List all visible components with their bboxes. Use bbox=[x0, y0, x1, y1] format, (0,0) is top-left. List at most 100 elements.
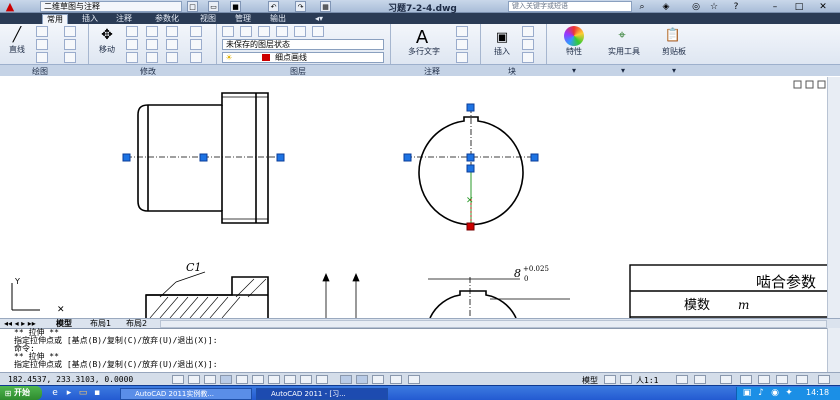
trim-icon[interactable] bbox=[146, 39, 158, 50]
layer-state-dropdown[interactable]: 未保存的图层状态 bbox=[222, 39, 384, 50]
command-scrollbar[interactable] bbox=[827, 328, 840, 372]
quicklaunch-media-icon[interactable]: ▸ bbox=[64, 388, 74, 398]
search-icon[interactable]: ⌕ bbox=[636, 1, 648, 12]
layer-properties-icon[interactable] bbox=[222, 26, 234, 37]
sc-toggle[interactable] bbox=[356, 375, 368, 384]
ducs-toggle[interactable] bbox=[284, 375, 296, 384]
layer-on-icon[interactable] bbox=[240, 26, 252, 37]
taskbar-item-autocad[interactable]: AutoCAD 2011 - [习... bbox=[256, 388, 388, 400]
utilities-icon[interactable]: ⌖ bbox=[612, 26, 632, 44]
clean-screen-icon[interactable] bbox=[818, 375, 830, 384]
scale-icon[interactable] bbox=[146, 52, 158, 63]
save-icon[interactable]: ■ bbox=[230, 1, 241, 12]
subscription-icon[interactable]: ◈ bbox=[660, 1, 672, 12]
taskbar-item-word[interactable]: AutoCAD 2011实例教... bbox=[120, 388, 252, 400]
grip-point[interactable] bbox=[276, 153, 285, 162]
snap-toggle[interactable] bbox=[172, 375, 184, 384]
workspace-dropdown[interactable]: 二维草图与注释 bbox=[40, 1, 182, 12]
properties-expand-icon[interactable]: ▾ bbox=[572, 66, 576, 75]
minimize-icon[interactable]: – bbox=[768, 1, 782, 12]
grip-point-hot[interactable] bbox=[466, 222, 475, 231]
grip-point[interactable] bbox=[466, 153, 475, 162]
tab-home[interactable]: 常用 bbox=[42, 14, 68, 24]
hardware-acceleration-icon[interactable] bbox=[758, 375, 770, 384]
close-icon[interactable]: ✕ bbox=[816, 1, 830, 12]
viewport-controls[interactable] bbox=[793, 80, 826, 89]
plot-icon[interactable]: ▦ bbox=[320, 1, 331, 12]
array-icon[interactable] bbox=[166, 39, 178, 50]
rectangle-icon[interactable] bbox=[64, 26, 76, 37]
ortho-toggle[interactable] bbox=[204, 375, 216, 384]
hub-view[interactable] bbox=[429, 290, 517, 318]
move-icon[interactable]: ✥ bbox=[96, 26, 118, 44]
mtext-icon[interactable]: A bbox=[410, 26, 434, 48]
lwt-toggle[interactable] bbox=[316, 375, 328, 384]
tab-manage[interactable]: 管理 bbox=[231, 14, 255, 24]
isolate-objects-icon[interactable] bbox=[776, 375, 788, 384]
redo-icon[interactable]: ↷ bbox=[295, 1, 306, 12]
polyline-icon[interactable] bbox=[36, 26, 48, 37]
insert-block-icon[interactable]: ▣ bbox=[492, 28, 512, 46]
polar-toggle[interactable] bbox=[220, 375, 232, 384]
status-menu-icon[interactable] bbox=[796, 375, 808, 384]
ellipse-icon[interactable] bbox=[64, 52, 76, 63]
open-file-icon[interactable]: ▭ bbox=[208, 1, 219, 12]
grip-point[interactable] bbox=[466, 164, 475, 173]
fillet-icon[interactable] bbox=[166, 26, 178, 37]
stretch-icon[interactable] bbox=[126, 52, 138, 63]
help-icon[interactable]: ? bbox=[730, 1, 742, 12]
copy-icon[interactable] bbox=[146, 26, 158, 37]
new-file-icon[interactable]: □ bbox=[187, 1, 198, 12]
quicklaunch-ie-icon[interactable]: e bbox=[50, 388, 60, 398]
modify-panel-label[interactable]: 修改 bbox=[140, 66, 156, 77]
block-attribute-icon[interactable] bbox=[522, 52, 534, 63]
clipboard-icon[interactable]: 📋 bbox=[664, 26, 682, 44]
tab-parametric[interactable]: 参数化 bbox=[148, 14, 186, 24]
layer-isolate-icon[interactable] bbox=[294, 26, 306, 37]
drawing-canvas[interactable]: ✕ Y ✕ C1 8 +0.025 0 啮合参数 模数 m bbox=[0, 77, 827, 318]
ribbon-toggle-icon[interactable]: ◂▾ bbox=[312, 14, 326, 23]
layer-lock-icon[interactable] bbox=[276, 26, 288, 37]
arc-icon[interactable] bbox=[36, 52, 48, 63]
quicklaunch-desktop-icon[interactable]: ▪ bbox=[92, 388, 102, 398]
utilities-label[interactable]: 实用工具 bbox=[602, 46, 646, 57]
table-icon[interactable] bbox=[456, 52, 468, 63]
grip-point[interactable] bbox=[466, 103, 475, 112]
undo-icon[interactable]: ↶ bbox=[268, 1, 279, 12]
edit-block-icon[interactable] bbox=[522, 39, 534, 50]
block-panel-label[interactable]: 块 bbox=[508, 66, 516, 77]
qp-extra-toggle[interactable] bbox=[390, 375, 402, 384]
hatch-icon[interactable] bbox=[64, 39, 76, 50]
annotation-panel-label[interactable]: 注释 bbox=[424, 66, 440, 77]
tab-view[interactable]: 视图 bbox=[196, 14, 220, 24]
layer-freeze-icon[interactable] bbox=[258, 26, 270, 37]
command-window[interactable]: ** 拉伸 ** 指定拉伸点或 [基点(B)/复制(C)/放弃(U)/退出(X)… bbox=[0, 328, 827, 372]
workspace-switch-icon[interactable] bbox=[720, 375, 732, 384]
clipboard-expand-icon[interactable]: ▾ bbox=[672, 66, 676, 75]
current-layer-dropdown[interactable]: 细点画线 bbox=[222, 52, 384, 63]
tab-annotate[interactable]: 注释 bbox=[112, 14, 136, 24]
modify-extra-icon[interactable] bbox=[190, 52, 202, 63]
create-block-icon[interactable] bbox=[522, 26, 534, 37]
tpy-toggle[interactable] bbox=[372, 375, 384, 384]
move-label[interactable]: 移动 bbox=[94, 44, 120, 55]
osnap-3d-toggle[interactable] bbox=[236, 375, 248, 384]
osnap-toggle[interactable] bbox=[252, 375, 264, 384]
tab-output[interactable]: 输出 bbox=[266, 14, 290, 24]
drawing-svg[interactable]: ✕ Y ✕ C1 8 +0.025 0 啮合参数 模数 m bbox=[0, 77, 827, 318]
qp-toggle[interactable] bbox=[340, 375, 352, 384]
tray-volume-icon[interactable]: ♪ bbox=[756, 388, 766, 398]
mtext-label[interactable]: 多行文字 bbox=[400, 46, 448, 57]
insert-label[interactable]: 插入 bbox=[488, 46, 516, 57]
tray-antivirus-icon[interactable]: ◉ bbox=[770, 388, 780, 398]
circle-icon[interactable] bbox=[36, 39, 48, 50]
line-label[interactable]: 直线 bbox=[4, 44, 30, 55]
leader-icon[interactable] bbox=[456, 39, 468, 50]
layers-panel-label[interactable]: 图层 bbox=[290, 66, 306, 77]
quick-view-drawings-icon[interactable] bbox=[620, 375, 632, 384]
tray-network-icon[interactable]: ▣ bbox=[742, 388, 752, 398]
auto-scale-icon[interactable] bbox=[694, 375, 706, 384]
draw-panel-label[interactable]: 绘图 bbox=[32, 66, 48, 77]
am-toggle[interactable] bbox=[408, 375, 420, 384]
explode-icon[interactable] bbox=[190, 39, 202, 50]
